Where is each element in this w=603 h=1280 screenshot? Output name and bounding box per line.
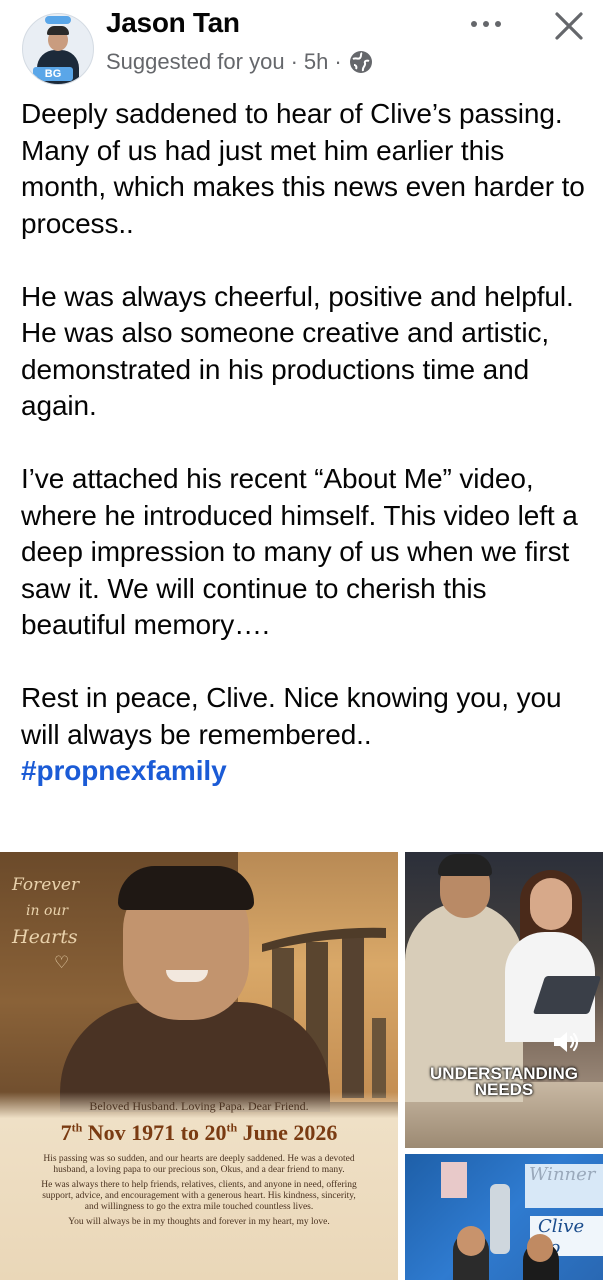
heart-icon: ♡ (54, 953, 70, 973)
date-suffix: th (226, 1120, 238, 1135)
award-photo[interactable]: Winner Clive Fo (405, 1154, 603, 1280)
speaker-icon[interactable] (551, 1028, 583, 1056)
beloved-line: Beloved Husband. Loving Papa. Dear Frien… (89, 1099, 309, 1113)
forever-line: in our (26, 903, 69, 919)
tribute-paragraph: You will always be in my thoughts and fo… (68, 1217, 330, 1227)
avatar-top-tag (45, 16, 71, 24)
more-options-button[interactable] (466, 8, 506, 38)
date-part: Nov 1971 to 20 (82, 1120, 227, 1145)
post-paragraph: He was always cheerful, positive and hel… (21, 280, 574, 422)
video-caption: UNDERSTANDING NEEDS (405, 1065, 603, 1099)
person-head (457, 1226, 485, 1256)
date-part: June 2026 (237, 1120, 338, 1145)
post-paragraph: Deeply saddened to hear of Clive’s passi… (21, 98, 585, 239)
tribute-paragraph: He was always there to help friends, rel… (41, 1180, 357, 1212)
close-icon[interactable] (549, 6, 589, 46)
memorial-image[interactable]: Forever in our Hearts ♡ Beloved Husband.… (0, 852, 398, 1280)
person-left-hair (438, 854, 492, 876)
date-suffix: th (71, 1120, 83, 1135)
portrait-smile (166, 970, 208, 982)
forever-line: Forever (12, 875, 80, 895)
post-media-grid: Forever in our Hearts ♡ Beloved Husband.… (0, 852, 603, 1280)
forever-in-our-hearts-text: Forever in our Hearts ♡ (12, 872, 79, 976)
closing-line: Rest in peace, Clive. Nice knowing you, … (21, 682, 562, 750)
ellipsis-icon (483, 21, 489, 27)
author-avatar[interactable]: BG (22, 13, 94, 85)
memorial-dates: 7th Nov 1971 to 20th June 2026 (0, 1120, 398, 1146)
post-header: BG Jason Tan Suggested for you · 5h · (0, 0, 603, 92)
award-banner: Winner (525, 1164, 603, 1208)
video-caption-line: NEEDS (474, 1080, 534, 1099)
post-time[interactable]: 5h (304, 49, 328, 75)
hashtag-link[interactable]: #propnexfamily (21, 753, 591, 790)
forever-line: Hearts (12, 926, 78, 948)
post-body: Deeply saddened to hear of Clive’s passi… (21, 96, 591, 790)
tribute-paragraph: His passing was so sudden, and our heart… (43, 1154, 355, 1175)
post-paragraph: Rest in peace, Clive. Nice knowing you, … (21, 680, 591, 790)
post-paragraph: I’ve attached his recent “About Me” vide… (21, 463, 578, 640)
ellipsis-icon (495, 21, 501, 27)
meta-separator: · (290, 49, 298, 74)
ellipsis-icon (471, 21, 477, 27)
person-head (527, 1234, 553, 1262)
poster (441, 1162, 467, 1198)
meta-separator-2: · (334, 49, 342, 74)
tribute-text: His passing was so sudden, and our heart… (38, 1154, 360, 1232)
post-meta: Suggested for you · 5h · (106, 49, 374, 75)
suggested-label: Suggested for you (106, 49, 285, 74)
globe-icon (349, 51, 372, 73)
portrait-hair (118, 866, 254, 910)
date-part: 7 (60, 1120, 72, 1145)
person-right-head (530, 878, 572, 930)
avatar-hair (47, 26, 69, 35)
author-name[interactable]: Jason Tan (106, 7, 240, 39)
avatar-badge: BG (33, 67, 73, 81)
video-thumbnail[interactable]: UNDERSTANDING NEEDS (405, 852, 603, 1148)
trophy (490, 1184, 510, 1254)
